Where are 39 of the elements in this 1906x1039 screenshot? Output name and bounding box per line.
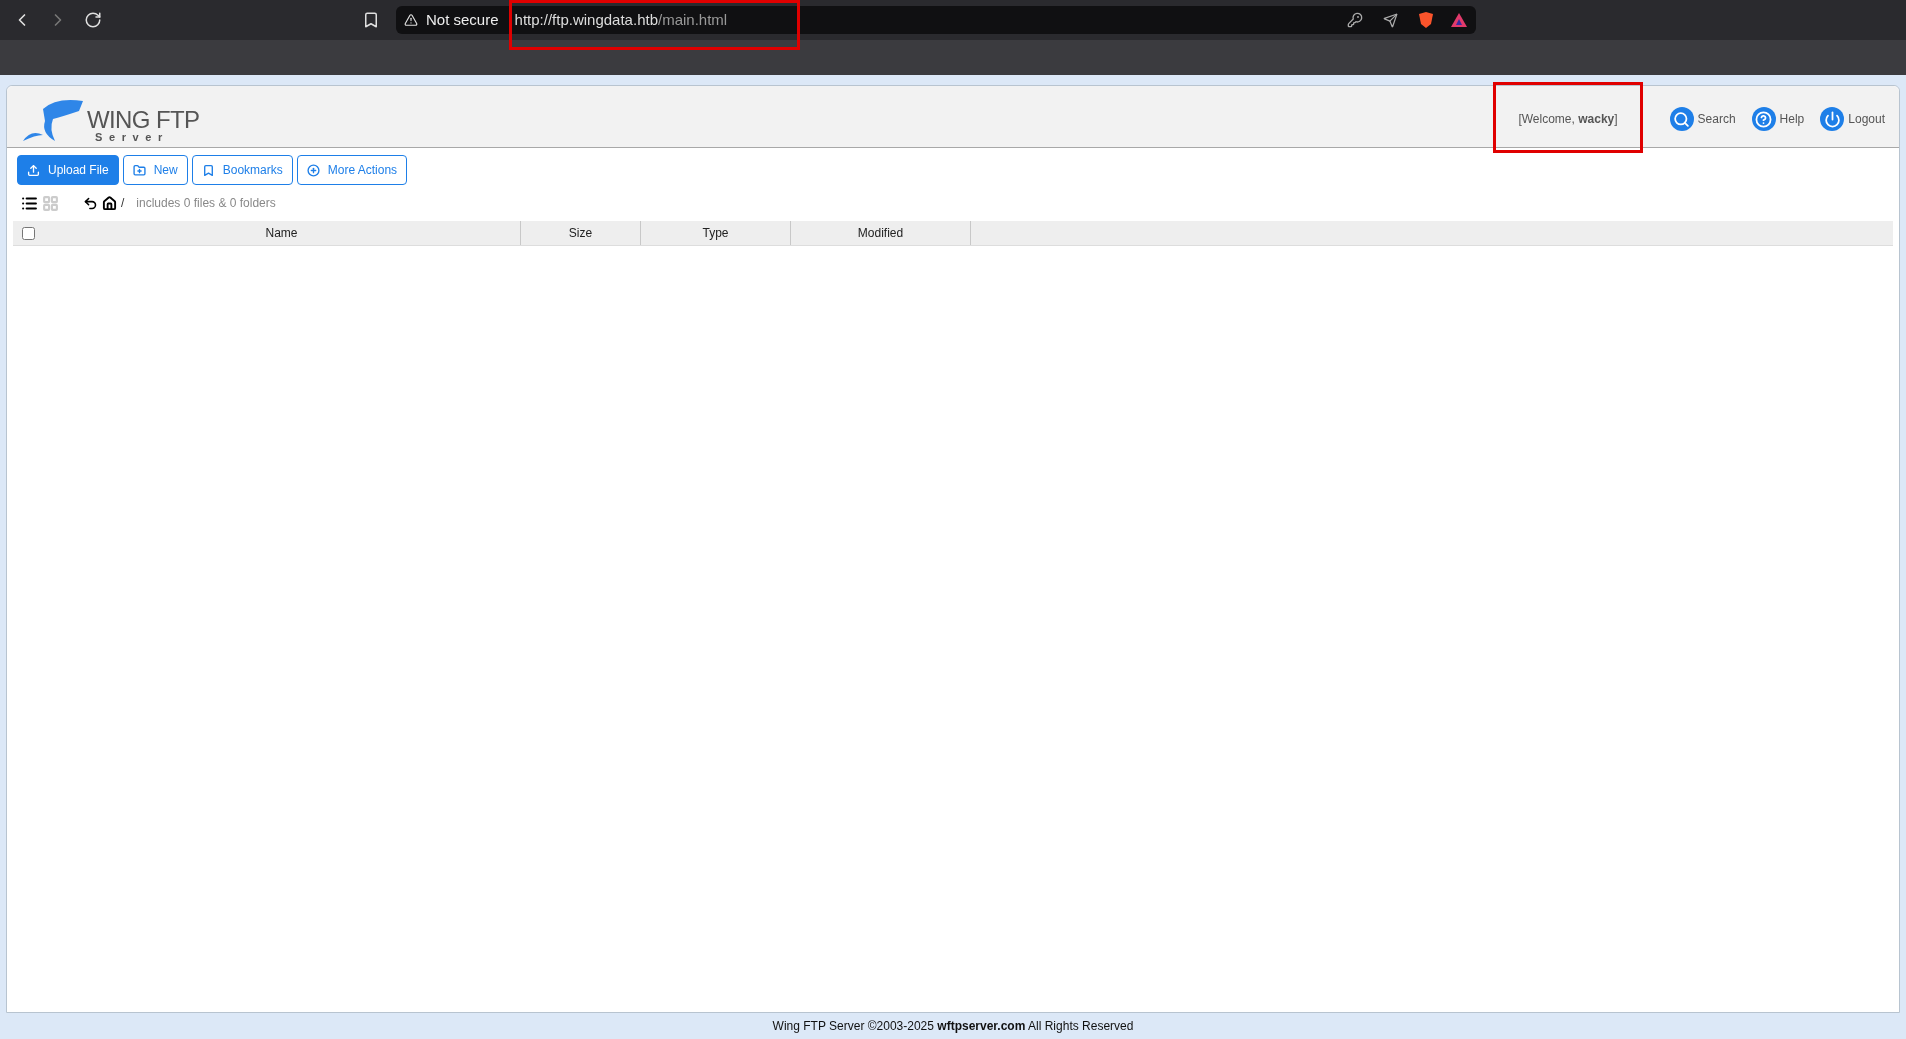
bookmark-icon[interactable] <box>362 11 380 29</box>
select-all-checkbox[interactable] <box>21 226 35 240</box>
bookmarks-button[interactable]: Bookmarks <box>191 155 293 185</box>
column-header[interactable]: Type <box>641 221 791 245</box>
back-icon[interactable] <box>83 195 98 211</box>
warning-icon <box>404 13 418 27</box>
upload-icon <box>27 163 40 177</box>
help-link[interactable]: Help <box>1751 107 1805 131</box>
key-icon[interactable] <box>1347 12 1363 28</box>
more-button[interactable]: More Actions <box>296 155 408 185</box>
help-icon <box>1751 107 1776 131</box>
path-text: / <box>121 195 125 212</box>
send-icon[interactable] <box>1383 12 1398 28</box>
welcome-text: [Welcome, wacky] <box>1518 111 1618 128</box>
upload-button[interactable]: Upload File <box>17 155 119 185</box>
logout-link[interactable]: Logout <box>1820 107 1885 131</box>
url-text: http://ftp.wingdata.htb/main.html <box>514 9 728 30</box>
search-link[interactable]: Search <box>1669 107 1736 131</box>
folder-summary: includes 0 files & 0 folders <box>136 195 276 212</box>
logo-title: WING FTP <box>87 108 200 132</box>
column-header[interactable]: Size <box>521 221 641 245</box>
column-header[interactable]: Name <box>43 221 521 245</box>
reload-icon[interactable] <box>84 11 102 29</box>
column-header[interactable]: Modified <box>791 221 971 245</box>
website-link[interactable]: wftpserver.com <box>937 1019 1026 1033</box>
footer-text: Wing FTP Server ©2003-2025 wftpserver.com All Rights Reserved <box>772 1018 1134 1035</box>
shield-icon[interactable] <box>1418 11 1434 29</box>
triangle-icon[interactable] <box>1450 12 1468 28</box>
bookmark-icon <box>201 163 215 177</box>
search-icon <box>1669 107 1694 131</box>
address-bar[interactable]: Not secure http://ftp.wingdata.htb/main.html <box>396 6 1476 34</box>
list-view-icon[interactable] <box>21 194 38 212</box>
home-icon[interactable] <box>102 195 117 211</box>
plus-circle-icon <box>306 163 320 177</box>
power-icon <box>1820 107 1845 131</box>
logo-subtitle: Server <box>95 132 170 143</box>
new-button[interactable]: New <box>122 155 188 185</box>
security-label: Not secure <box>426 9 499 30</box>
folder-plus-icon <box>132 163 146 177</box>
